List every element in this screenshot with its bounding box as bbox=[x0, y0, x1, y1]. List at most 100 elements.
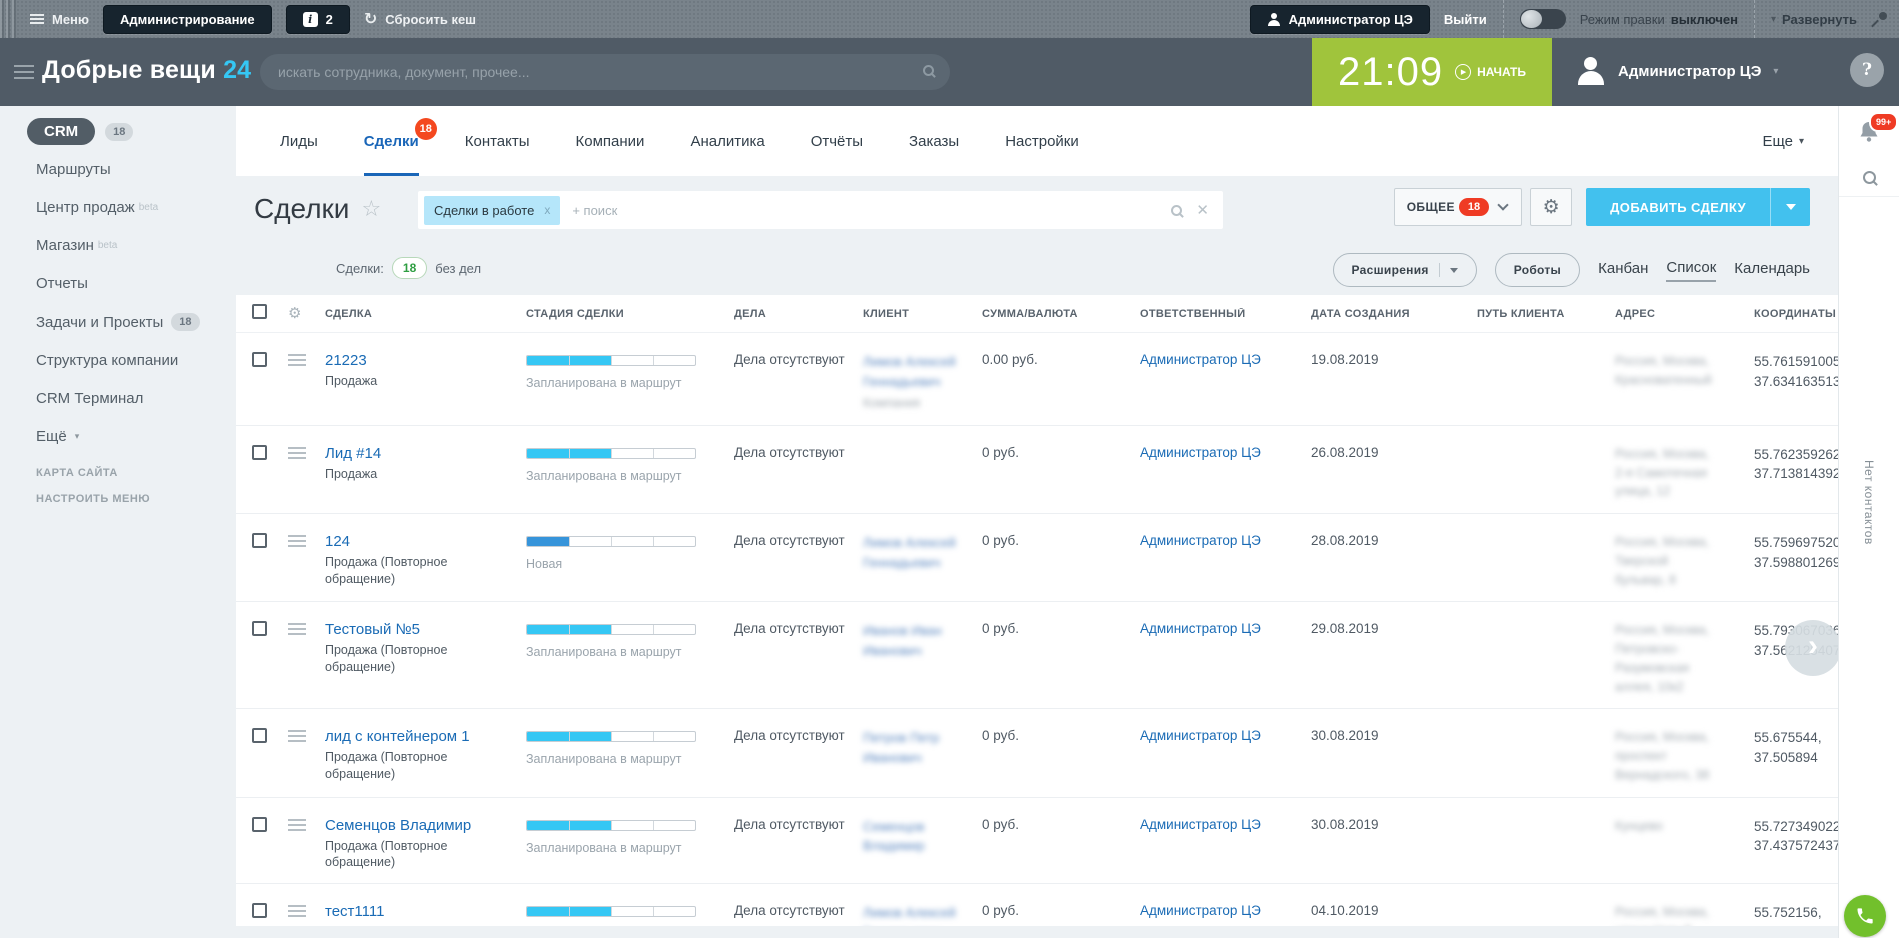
client-cell[interactable] bbox=[863, 445, 982, 448]
col-stage[interactable]: СТАДИЯ СДЕЛКИ bbox=[526, 308, 734, 320]
tab-leads[interactable]: Лиды bbox=[280, 106, 318, 176]
view-kanban[interactable]: Канбан bbox=[1598, 260, 1648, 281]
responsible-link[interactable]: Администратор ЦЭ bbox=[1140, 728, 1261, 743]
drag-handle-icon[interactable] bbox=[288, 905, 306, 917]
row-checkbox[interactable] bbox=[252, 352, 267, 367]
add-deal-dropdown[interactable] bbox=[1770, 188, 1810, 226]
admin-menu-button[interactable]: Меню bbox=[30, 12, 89, 27]
logo[interactable]: Добрые вещи 24 bbox=[42, 56, 251, 85]
col-activities[interactable]: ДЕЛА bbox=[734, 308, 863, 320]
sidebar-item-crm[interactable]: CRM 18 bbox=[27, 118, 236, 145]
deal-link[interactable]: Тестовый №5 bbox=[325, 621, 420, 638]
view-list[interactable]: Список bbox=[1666, 259, 1716, 282]
drag-handle-icon[interactable] bbox=[288, 623, 306, 635]
row-checkbox[interactable] bbox=[252, 817, 267, 832]
logout-button[interactable]: Выйти bbox=[1444, 12, 1487, 27]
responsible-link[interactable]: Администратор ЦЭ bbox=[1140, 533, 1261, 548]
robots-button[interactable]: Роботы bbox=[1495, 253, 1580, 287]
rail-search-icon[interactable] bbox=[1863, 171, 1876, 184]
responsible-link[interactable]: Администратор ЦЭ bbox=[1140, 621, 1261, 636]
client-cell[interactable]: Лимов Алексей Геннадьевич bbox=[863, 903, 982, 926]
timer-widget[interactable]: 21:09 ▶ НАЧАТЬ bbox=[1312, 38, 1552, 106]
col-client-path[interactable]: ПУТЬ КЛИЕНТА bbox=[1477, 308, 1615, 320]
deal-link[interactable]: тест1111 bbox=[325, 903, 384, 920]
drag-handle-icon[interactable] bbox=[288, 354, 306, 366]
stage-progress-bar[interactable] bbox=[526, 448, 696, 459]
deal-link[interactable]: лид с контейнером 1 bbox=[325, 728, 470, 745]
scroll-right-button[interactable]: › bbox=[1785, 620, 1841, 676]
stage-progress-bar[interactable] bbox=[526, 355, 696, 366]
saved-views-button[interactable]: ОБЩЕЕ 18 bbox=[1394, 188, 1522, 226]
filter-search-bar[interactable]: Сделки в работе x + поиск ✕ bbox=[418, 191, 1223, 229]
pin-icon[interactable] bbox=[1871, 11, 1887, 27]
filter-chip[interactable]: Сделки в работе x bbox=[424, 196, 560, 225]
extensions-button[interactable]: Расширения bbox=[1333, 253, 1477, 287]
sidebar-item-routes[interactable]: Маршруты bbox=[36, 161, 236, 178]
sidebar-toggle-icon[interactable] bbox=[14, 65, 34, 79]
table-row[interactable]: лид с контейнером 1 Продажа (Повторное о… bbox=[236, 709, 1838, 797]
tab-contacts[interactable]: Контакты bbox=[465, 106, 530, 176]
admin-notifications-button[interactable]: i 2 bbox=[286, 5, 350, 34]
responsible-link[interactable]: Администратор ЦЭ bbox=[1140, 352, 1261, 367]
tab-companies[interactable]: Компании bbox=[576, 106, 645, 176]
stage-progress-bar[interactable] bbox=[526, 536, 696, 547]
deal-link[interactable]: 21223 bbox=[325, 352, 367, 369]
client-cell[interactable]: Петров Петр Иванович bbox=[863, 728, 982, 770]
sitemap-link[interactable]: КАРТА САЙТА bbox=[36, 467, 236, 479]
administration-button[interactable]: Администрирование bbox=[103, 5, 272, 34]
sidebar-item-more[interactable]: Ещё▾ bbox=[36, 428, 236, 445]
columns-gear-icon[interactable]: ⚙ bbox=[288, 304, 301, 322]
table-row[interactable]: Тестовый №5 Продажа (Повторное обращение… bbox=[236, 602, 1838, 709]
col-created[interactable]: ДАТА СОЗДАНИЯ bbox=[1311, 308, 1477, 320]
table-row[interactable]: 124 Продажа (Повторное обращение) Новая … bbox=[236, 514, 1838, 602]
filter-search-icon[interactable] bbox=[1171, 205, 1182, 216]
row-checkbox[interactable] bbox=[252, 445, 267, 460]
tab-analytics[interactable]: Аналитика bbox=[690, 106, 764, 176]
row-checkbox[interactable] bbox=[252, 728, 267, 743]
deal-link[interactable]: Лид #14 bbox=[325, 445, 381, 462]
tab-orders[interactable]: Заказы bbox=[909, 106, 959, 176]
drag-handle-icon[interactable] bbox=[288, 819, 306, 831]
sidebar-item-crm-terminal[interactable]: CRM Терминал bbox=[36, 390, 236, 407]
sidebar-item-company-structure[interactable]: Структура компании bbox=[36, 352, 236, 369]
stage-progress-bar[interactable] bbox=[526, 731, 696, 742]
telephony-button[interactable] bbox=[1844, 895, 1886, 937]
responsible-link[interactable]: Администратор ЦЭ bbox=[1140, 817, 1261, 832]
client-cell[interactable]: Лимов Алексей Геннадьевич bbox=[863, 533, 982, 575]
tab-reports[interactable]: Отчёты bbox=[811, 106, 863, 176]
table-row[interactable]: Семенцов Владимир Продажа (Повторное обр… bbox=[236, 798, 1838, 885]
responsible-link[interactable]: Администратор ЦЭ bbox=[1140, 903, 1261, 918]
crm-pill[interactable]: CRM bbox=[27, 118, 95, 145]
add-deal-button[interactable]: ДОБАВИТЬ СДЕЛКУ bbox=[1586, 188, 1810, 226]
drag-handle-icon[interactable] bbox=[288, 447, 306, 459]
col-sum[interactable]: СУММА/ВАЛЮТА bbox=[982, 308, 1140, 320]
view-calendar[interactable]: Календарь bbox=[1734, 260, 1810, 281]
client-cell[interactable]: Иванов Иван Иванович bbox=[863, 621, 982, 663]
sidebar-item-sales-center[interactable]: Центр продажbeta bbox=[36, 199, 236, 216]
row-checkbox[interactable] bbox=[252, 533, 267, 548]
sidebar-item-store[interactable]: Магазинbeta bbox=[36, 237, 236, 254]
client-cell[interactable]: Лимов Алексей Геннадьевич Компания bbox=[863, 352, 982, 413]
drag-handle-icon[interactable] bbox=[288, 535, 306, 547]
tab-settings[interactable]: Настройки bbox=[1005, 106, 1079, 176]
stage-progress-bar[interactable] bbox=[526, 820, 696, 831]
notifications-bell-button[interactable]: 99+ bbox=[1857, 120, 1881, 149]
grid-settings-button[interactable]: ⚙ bbox=[1530, 188, 1572, 226]
help-button[interactable]: ? bbox=[1850, 53, 1884, 87]
tab-deals[interactable]: Сделки 18 bbox=[364, 106, 419, 176]
col-responsible[interactable]: ОТВЕТСТВЕННЫЙ bbox=[1140, 308, 1311, 320]
timer-start-button[interactable]: ▶ НАЧАТЬ bbox=[1455, 64, 1526, 80]
col-address[interactable]: АДРЕС bbox=[1615, 308, 1754, 320]
stage-progress-bar[interactable] bbox=[526, 906, 696, 917]
tab-more[interactable]: Еще ▾ bbox=[1762, 106, 1804, 176]
deal-link[interactable]: 124 bbox=[325, 533, 350, 550]
sidebar-item-tasks[interactable]: Задачи и Проекты18 bbox=[36, 313, 236, 331]
row-checkbox[interactable] bbox=[252, 903, 267, 918]
drag-grip-icon[interactable] bbox=[0, 0, 16, 38]
col-client[interactable]: КЛИЕНТ bbox=[863, 308, 982, 320]
drag-handle-icon[interactable] bbox=[288, 730, 306, 742]
chip-close-icon[interactable]: x bbox=[544, 203, 550, 217]
table-row[interactable]: тест1111 Продажа (Повторное обращение) З… bbox=[236, 884, 1838, 926]
deals-count-badge[interactable]: 18 bbox=[392, 257, 427, 279]
sidebar-item-reports[interactable]: Отчеты bbox=[36, 275, 236, 292]
